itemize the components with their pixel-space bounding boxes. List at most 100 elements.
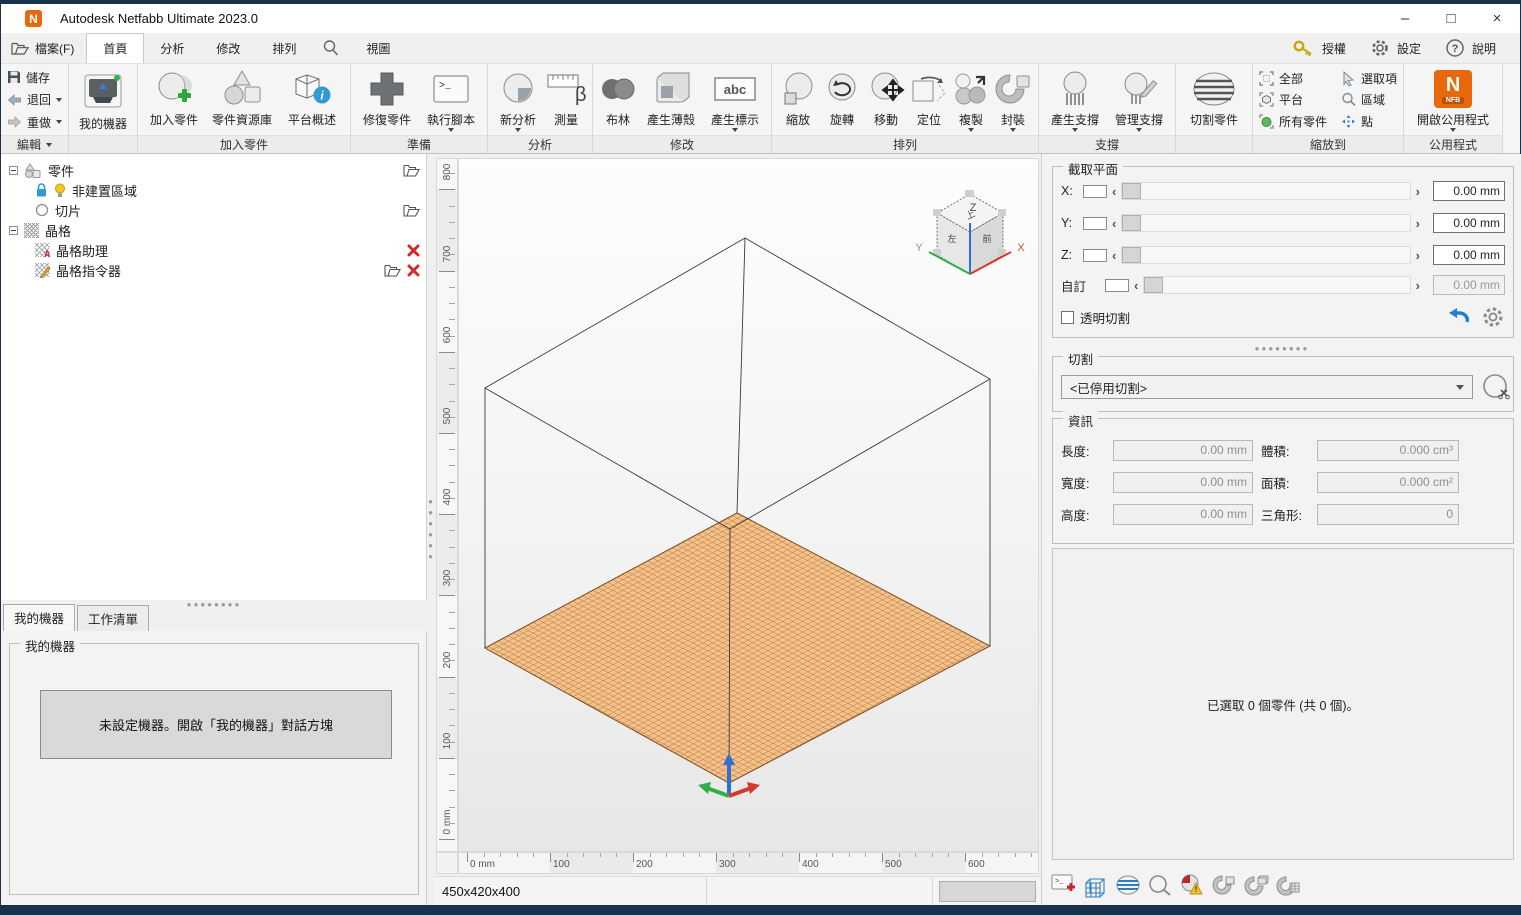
license-button[interactable]: 授權	[1283, 39, 1356, 57]
run-script-button[interactable]: >_ 執行腳本	[420, 66, 482, 133]
bulb-icon[interactable]	[54, 183, 66, 198]
create-shell-button[interactable]: 產生薄殼	[640, 66, 702, 133]
create-labels-button[interactable]: abc 產生標示	[704, 66, 766, 133]
clip-y-increase-button[interactable]: ›	[1411, 217, 1425, 230]
panel-splitter-dots[interactable]: ●●●●●●●●	[1042, 344, 1521, 353]
clip-custom-decrease-button[interactable]: ‹	[1129, 279, 1143, 292]
zoom-platform-button[interactable]: 平台	[1259, 90, 1327, 110]
cut-parts-button[interactable]: 切割零件	[1181, 66, 1247, 133]
clip-x-checkbox[interactable]	[1083, 185, 1107, 198]
zoom-region-icon[interactable]	[1146, 871, 1174, 899]
cut-mode-dropdown[interactable]: <已停用切割>	[1061, 375, 1473, 399]
duplicate-dropdown-caret[interactable]	[968, 128, 974, 132]
my-machines-button[interactable]: 我的機器	[74, 66, 132, 133]
collapse-expander-icon[interactable]	[9, 166, 18, 175]
manage-support-button[interactable]: 管理支撐	[1108, 66, 1170, 133]
vertical-splitter[interactable]: ●●●●●●	[427, 154, 434, 905]
clip-custom-increase-button[interactable]: ›	[1411, 279, 1425, 292]
viewport-3d[interactable]: 上 左 前 Y X Z	[458, 158, 1039, 852]
labels-dropdown-caret[interactable]	[732, 128, 738, 132]
undo-dropdown-caret[interactable]	[56, 98, 62, 102]
pack-dropdown-caret[interactable]	[1010, 128, 1016, 132]
tab-home[interactable]: 首頁	[86, 33, 144, 63]
no-machine-set-button[interactable]: 未設定機器。開啟「我的機器」對話方塊	[40, 690, 392, 759]
position-button[interactable]: 定位	[909, 66, 949, 133]
pack-machine-icon[interactable]	[1274, 871, 1302, 899]
zoom-region-button[interactable]: 區域	[1341, 90, 1397, 110]
pack-button[interactable]: 封裝	[993, 66, 1033, 133]
tab-modify[interactable]: 修改	[200, 33, 256, 63]
redo-dropdown-caret[interactable]	[56, 120, 62, 124]
generate-support-button[interactable]: 產生支撐	[1044, 66, 1106, 133]
new-analysis-dropdown-caret[interactable]	[515, 128, 521, 132]
clip-x-value-field[interactable]: 0.00 mm	[1433, 181, 1505, 201]
clip-custom-slider[interactable]	[1143, 276, 1410, 294]
execute-cut-button[interactable]	[1481, 372, 1511, 402]
scale-button[interactable]: 縮放	[777, 66, 819, 133]
transparent-cut-checkbox[interactable]: 透明切割	[1061, 308, 1130, 327]
clip-z-checkbox[interactable]	[1083, 249, 1107, 262]
delete-cross-button[interactable]	[407, 244, 420, 257]
repair-part-button[interactable]: 修復零件	[356, 66, 418, 133]
tab-view[interactable]: 視圖	[350, 33, 406, 63]
minimize-button[interactable]: –	[1382, 5, 1428, 33]
utility-dropdown-caret[interactable]	[1450, 128, 1456, 132]
rotate-button[interactable]: 旋轉	[821, 66, 863, 133]
zoom-point-button[interactable]: 點	[1341, 111, 1397, 131]
measure-button[interactable]: β 測量	[545, 66, 587, 133]
save-button[interactable]: 儲存	[3, 67, 66, 87]
clip-y-checkbox[interactable]	[1083, 217, 1107, 230]
tree-item-parts[interactable]: 零件	[1, 160, 426, 180]
open-folder-button[interactable]	[384, 264, 401, 277]
undo-button[interactable]: 退回	[3, 90, 66, 110]
clip-custom-checkbox[interactable]	[1105, 279, 1129, 292]
zoom-all-button[interactable]: 全部	[1259, 68, 1327, 88]
clip-settings-gear-button[interactable]	[1481, 305, 1505, 329]
search-button[interactable]	[312, 33, 350, 63]
zoom-selection-button[interactable]: 選取項	[1341, 68, 1397, 88]
clip-x-increase-button[interactable]: ›	[1411, 185, 1425, 198]
slices-icon[interactable]	[1114, 871, 1142, 899]
ribbon-group-label-edit[interactable]: 編輯	[1, 135, 68, 153]
new-script-icon[interactable]: >_	[1050, 871, 1078, 899]
collapse-expander-icon[interactable]	[9, 226, 18, 235]
open-folder-button[interactable]	[403, 164, 420, 177]
pack-icon[interactable]	[1210, 871, 1238, 899]
clip-y-value-field[interactable]: 0.00 mm	[1433, 213, 1505, 233]
platform-overview-button[interactable]: i 平台概述	[279, 66, 345, 133]
open-utility-button[interactable]: N NFB 開啟公用程式	[1409, 66, 1497, 133]
redo-button[interactable]: 重做	[3, 112, 66, 132]
pack-3d-icon[interactable]	[1242, 871, 1270, 899]
close-button[interactable]: ×	[1474, 5, 1520, 33]
tree-item-slices[interactable]: 切片	[1, 200, 426, 220]
boolean-button[interactable]: 布林	[598, 66, 638, 133]
maximize-button[interactable]: □	[1428, 5, 1474, 33]
add-part-button[interactable]: 加入零件	[143, 66, 205, 133]
move-button[interactable]: 移動	[865, 66, 907, 133]
file-menu-button[interactable]: 檔案(F)	[1, 33, 86, 63]
duplicate-button[interactable]: 複製	[951, 66, 991, 133]
clip-z-increase-button[interactable]: ›	[1411, 249, 1425, 262]
tab-my-machines[interactable]: 我的機器	[3, 604, 75, 631]
manage-support-dropdown-caret[interactable]	[1136, 128, 1142, 132]
clip-z-slider[interactable]	[1121, 246, 1410, 264]
help-button[interactable]: ? 說明	[1435, 38, 1506, 58]
clip-y-slider[interactable]	[1121, 214, 1410, 232]
clip-z-value-field[interactable]: 0.00 mm	[1433, 245, 1505, 265]
clip-z-decrease-button[interactable]: ‹	[1107, 249, 1121, 262]
zoom-all-parts-button[interactable]: 所有零件	[1259, 111, 1327, 131]
reset-undo-button[interactable]	[1447, 306, 1471, 328]
analysis-warning-icon[interactable]: !	[1178, 871, 1206, 899]
tree-item-no-build-zone[interactable]: 非建置區域	[1, 180, 426, 200]
tab-arrange[interactable]: 排列	[256, 33, 312, 63]
lattice-cube-icon[interactable]	[1082, 871, 1110, 899]
tab-worklist[interactable]: 工作清單	[77, 605, 149, 631]
clip-x-slider[interactable]	[1121, 182, 1410, 200]
tree-item-lattice-commander[interactable]: 晶格指令器	[1, 260, 426, 280]
tab-analysis[interactable]: 分析	[144, 33, 200, 63]
clip-y-decrease-button[interactable]: ‹	[1107, 217, 1121, 230]
clip-x-decrease-button[interactable]: ‹	[1107, 185, 1121, 198]
delete-cross-button[interactable]	[407, 264, 420, 277]
generate-support-dropdown-caret[interactable]	[1072, 128, 1078, 132]
view-cube[interactable]: 上 左 前 Y X Z	[915, 190, 1025, 274]
